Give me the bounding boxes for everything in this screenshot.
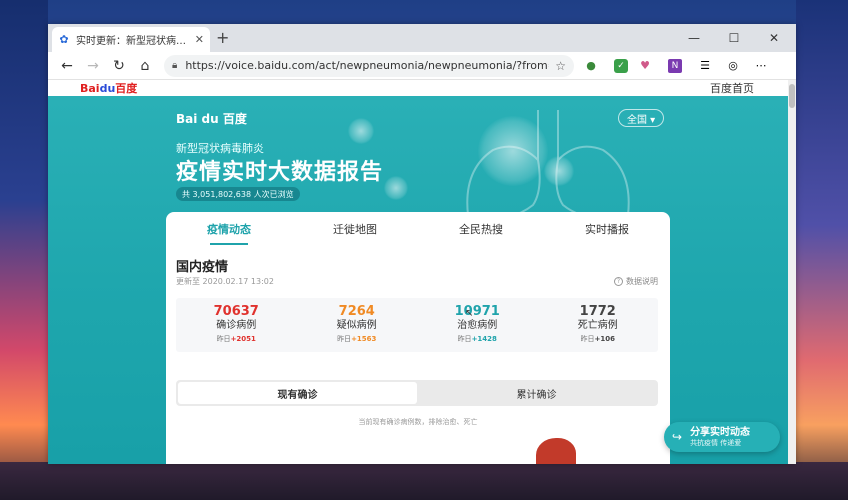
scroll-thumb[interactable] — [789, 84, 795, 108]
stat-confirmed: 70637 确诊病例 昨日+2051 — [176, 298, 297, 352]
extension-notebook-icon[interactable]: N — [668, 58, 682, 73]
case-type-toggle: 现有确诊 累计确诊 — [176, 380, 658, 406]
region-select-button[interactable]: 全国 ▾ — [618, 109, 665, 127]
page-viewport: Baidu百度 百度首页 Bai du 百度 全国 ▾ 新型冠状病毒肺炎 疫情实… — [48, 80, 788, 464]
share-title: 分享实时动态 — [690, 426, 751, 438]
tab-strip: ✿ 实时更新：新型冠状病毒肺炎疫 ✕ + — ☐ ✕ — [48, 24, 796, 52]
desktop-wallpaper-left — [0, 0, 48, 500]
epidemic-card: 疫情动态 迁徙地图 全民热搜 实时播报 国内疫情 更新至 2020.02.17 … — [166, 212, 670, 464]
forward-icon[interactable]: → — [80, 54, 106, 78]
url-text[interactable]: https://voice.baidu.com/act/newpneumonia… — [185, 59, 549, 72]
menu-icon[interactable]: ⋯ — [750, 55, 772, 77]
virus-illustration-icon — [348, 118, 374, 144]
tab-close-icon[interactable]: ✕ — [195, 33, 204, 46]
stat-value: 1772 — [579, 304, 616, 319]
share-button[interactable]: ↪ 分享实时动态 共抗疫情 传递爱 — [664, 422, 780, 452]
minimize-button[interactable]: — — [674, 24, 714, 52]
reading-list-icon[interactable]: ☰ — [694, 55, 716, 77]
stat-label: 死亡病例 — [577, 320, 618, 331]
hero-title: 疫情实时大数据报告 — [176, 160, 384, 185]
back-icon[interactable]: ← — [54, 54, 80, 78]
toggle-cumulative-confirmed[interactable]: 累计确诊 — [417, 382, 656, 404]
stat-cured: 10971 治愈病例 昨日+1428 — [417, 298, 538, 352]
stat-value: 10971 — [454, 304, 500, 319]
baidu-home-link[interactable]: 百度首页 — [710, 80, 754, 96]
stat-deaths: 1772 死亡病例 昨日+106 — [538, 298, 659, 352]
baidu-logo[interactable]: Baidu百度 — [80, 80, 137, 96]
close-window-button[interactable]: ✕ — [754, 24, 794, 52]
stat-delta: 昨日+1563 — [337, 335, 377, 343]
hero-banner: Bai du 百度 全国 ▾ 新型冠状病毒肺炎 疫情实时大数据报告 共 3,05… — [48, 96, 788, 464]
baidu-paw-icon: ✿ — [59, 33, 69, 46]
tab-migration-map[interactable]: 迁徙地图 — [292, 221, 418, 237]
share-subtitle: 共抗疫情 传递爱 — [690, 438, 742, 447]
stat-value: 7264 — [338, 304, 375, 319]
stat-label: 治愈病例 — [457, 320, 498, 331]
hero-baidu-logo: Bai du 百度 — [176, 112, 247, 126]
view-count-badge: 共 3,051,802,638 人次已浏览 — [176, 187, 300, 201]
stat-delta: 昨日+2051 — [216, 335, 256, 343]
question-icon: ? — [614, 277, 623, 286]
star-icon[interactable]: ☆ — [555, 59, 566, 73]
extension-shield-icon[interactable]: ✓ — [614, 58, 628, 73]
china-map-fragment[interactable] — [536, 438, 576, 464]
virus-illustration-icon — [478, 116, 548, 186]
toggle-note: 当前现有确诊病例数，排除治愈、死亡 — [358, 418, 478, 426]
stat-label: 确诊病例 — [216, 320, 257, 331]
stats-panel: 70637 确诊病例 昨日+2051 7264 疑似病例 昨日+1563 109… — [176, 298, 658, 352]
desktop-wallpaper-bottom — [0, 462, 848, 500]
stat-suspected: 7264 疑似病例 昨日+1563 — [297, 298, 418, 352]
tab-live-report[interactable]: 实时播报 — [544, 221, 670, 237]
mouse-cursor-icon: ↖ — [465, 308, 474, 319]
extension-cat-icon[interactable]: ♥ — [634, 55, 656, 77]
share-arrow-icon: ↪ — [672, 430, 683, 444]
stat-label: 疑似病例 — [336, 320, 377, 331]
lock-icon[interactable]: 🔒︎ — [172, 60, 177, 71]
page-scrollbar[interactable] — [788, 80, 796, 464]
tab-title: 实时更新：新型冠状病毒肺炎疫 — [76, 36, 191, 47]
domestic-title: 国内疫情 — [176, 260, 229, 275]
tab-hot-search[interactable]: 全民热搜 — [418, 221, 544, 237]
virus-illustration-icon — [384, 176, 408, 200]
stat-delta: 昨日+106 — [580, 335, 615, 343]
desktop-wallpaper-right — [796, 0, 848, 500]
card-tabs: 疫情动态 迁徙地图 全民热搜 实时播报 — [166, 212, 670, 246]
toggle-current-confirmed[interactable]: 现有确诊 — [178, 382, 417, 404]
stat-value: 70637 — [213, 304, 259, 319]
refresh-icon[interactable]: ↻ — [106, 54, 132, 78]
profile-icon[interactable]: ◎ — [722, 55, 744, 77]
browser-tab[interactable]: ✿ 实时更新：新型冠状病毒肺炎疫 ✕ — [52, 27, 210, 52]
data-note-link[interactable]: ? 数据说明 — [614, 276, 658, 287]
stat-delta: 昨日+1428 — [457, 335, 497, 343]
tab-epidemic-dynamics[interactable]: 疫情动态 — [166, 221, 292, 245]
browser-toolbar: ← → ↻ ⌂ 🔒︎ https://voice.baidu.com/act/n… — [48, 52, 796, 80]
maximize-button[interactable]: ☐ — [714, 24, 754, 52]
site-header: Baidu百度 百度首页 — [48, 80, 788, 96]
browser-window: ✿ 实时更新：新型冠状病毒肺炎疫 ✕ + — ☐ ✕ ← → ↻ ⌂ 🔒︎ ht… — [48, 24, 796, 464]
home-icon[interactable]: ⌂ — [132, 54, 158, 78]
extension-globe-icon[interactable]: ● — [580, 55, 602, 77]
new-tab-button[interactable]: + — [216, 28, 229, 47]
virus-illustration-icon — [544, 156, 574, 186]
update-time: 更新至 2020.02.17 13:02 — [176, 277, 274, 286]
address-bar[interactable]: 🔒︎ https://voice.baidu.com/act/newpneumo… — [164, 54, 574, 77]
